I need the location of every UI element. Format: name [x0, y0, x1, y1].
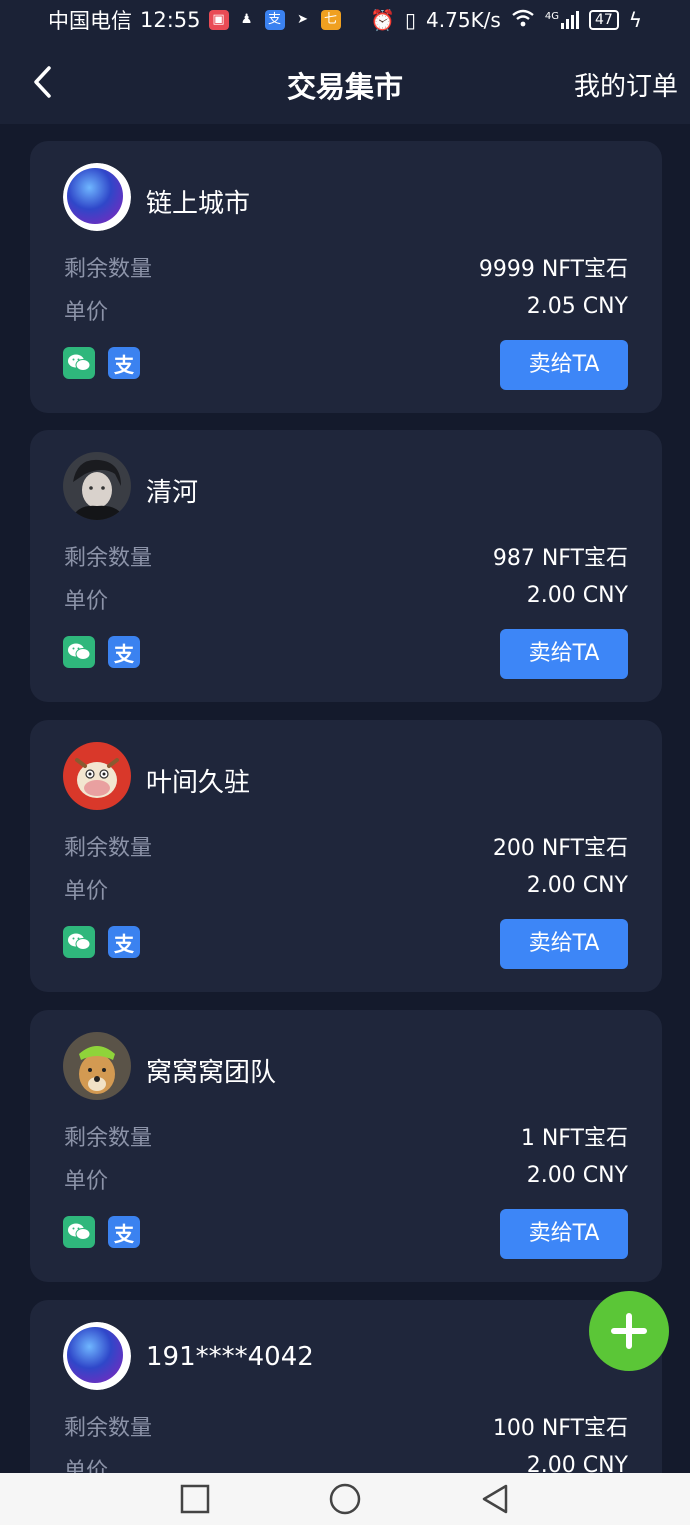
unit-price-value: 2.00 CNY: [526, 1453, 628, 1473]
avatar: [63, 1322, 131, 1390]
wechat-pay-icon: [63, 1216, 95, 1248]
listing-card: 链上城市 剩余数量 9999 NFT宝石 单价 2.05 CNY 支 卖给TA: [30, 141, 662, 413]
remaining-label: 剩余数量: [64, 257, 153, 282]
alipay-glyph: 支: [114, 641, 134, 666]
status-bar: 中国电信 12:55 ▣ ♟ 支 ➤ 七 ⏰ ▯ 4.75K/s 4G 47 ϟ: [0, 0, 690, 40]
seller-name: 191****4042: [146, 1342, 314, 1372]
unit-price-label: 单价: [64, 589, 109, 614]
listing-card: 清河 剩余数量 987 NFT宝石 单价 2.00 CNY 支 卖给TA: [30, 430, 662, 702]
recents-button[interactable]: [175, 1479, 215, 1519]
seller-name: 清河: [146, 478, 199, 508]
sell-to-button[interactable]: 卖给TA: [500, 1209, 628, 1259]
seller-name: 链上城市: [146, 189, 251, 219]
back-nav-button[interactable]: [475, 1479, 515, 1519]
system-nav-bar: [0, 1473, 690, 1525]
sell-to-button[interactable]: 卖给TA: [500, 629, 628, 679]
avatar: [63, 452, 131, 520]
unit-price-label: 单价: [64, 1459, 109, 1473]
unit-price-value: 2.00 CNY: [526, 873, 628, 898]
seller-name: 窝窝窝团队: [146, 1058, 277, 1088]
listing-card: 191****4042 剩余数量 100 NFT宝石 单价 2.00 CNY: [30, 1300, 662, 1473]
remaining-value: 987 NFT宝石: [492, 546, 628, 571]
page-header: 交易集市 我的订单: [0, 40, 690, 124]
avatar: [63, 742, 131, 810]
unit-price-label: 单价: [64, 1169, 109, 1194]
remaining-value: 100 NFT宝石: [492, 1416, 628, 1441]
signal-label: 4G: [544, 11, 559, 22]
alipay-icon: 支: [108, 347, 140, 379]
home-button[interactable]: [325, 1479, 365, 1519]
listing-card: 窝窝窝团队 剩余数量 1 NFT宝石 单价 2.00 CNY 支 卖给TA: [30, 1010, 662, 1282]
alipay-icon: 支: [108, 636, 140, 668]
wechat-pay-icon: [63, 636, 95, 668]
alipay-glyph: 支: [114, 931, 134, 956]
sell-to-button[interactable]: 卖给TA: [500, 919, 628, 969]
battery-level: 47: [594, 12, 613, 28]
telegram-icon: ➤: [297, 12, 308, 27]
vibrate-icon: ▯: [405, 8, 417, 32]
app-notify-icon: 七: [320, 10, 341, 30]
avatar: [63, 1032, 131, 1100]
charging-icon: ϟ: [628, 8, 642, 32]
remaining-label: 剩余数量: [64, 546, 153, 571]
alipay-icon: 支: [108, 926, 140, 958]
unit-price-label: 单价: [64, 879, 109, 904]
sell-to-button[interactable]: 卖给TA: [500, 340, 628, 390]
square-icon: [180, 1484, 210, 1514]
clock: 12:55: [140, 8, 201, 32]
qq-icon: ♟: [240, 12, 253, 27]
avatar: [63, 163, 131, 231]
alipay-glyph: 支: [114, 1221, 134, 1246]
shopping-app-icon: ▣: [208, 10, 229, 30]
my-orders-link[interactable]: 我的订单: [574, 66, 678, 103]
seller-name: 叶间久驻: [146, 768, 251, 798]
remaining-value: 9999 NFT宝石: [478, 257, 628, 282]
battery-icon: 47: [588, 10, 619, 30]
unit-price-value: 2.00 CNY: [526, 1163, 628, 1188]
wechat-pay-icon: [63, 926, 95, 958]
plus-icon: [611, 1313, 647, 1349]
unit-price-value: 2.00 CNY: [526, 583, 628, 608]
remaining-value: 1 NFT宝石: [520, 1126, 628, 1151]
unit-price-value: 2.05 CNY: [526, 294, 628, 319]
listing-list[interactable]: 链上城市 剩余数量 9999 NFT宝石 单价 2.05 CNY 支 卖给TA …: [0, 124, 690, 1473]
remaining-label: 剩余数量: [64, 836, 153, 861]
wifi-icon: [511, 8, 535, 33]
unit-price-label: 单价: [64, 300, 109, 325]
alipay-glyph: 支: [114, 352, 134, 377]
triangle-back-icon: [482, 1484, 508, 1514]
remaining-label: 剩余数量: [64, 1416, 153, 1441]
circle-icon: [329, 1483, 361, 1515]
remaining-value: 200 NFT宝石: [492, 836, 628, 861]
alipay-icon: 支: [108, 1216, 140, 1248]
wechat-pay-icon: [63, 347, 95, 379]
alipay-notify-icon: 支: [264, 10, 285, 30]
net-speed: 4.75K/s: [426, 8, 501, 32]
listing-card: 叶间久驻 剩余数量 200 NFT宝石 单价 2.00 CNY 支 卖给TA: [30, 720, 662, 992]
add-listing-button[interactable]: [589, 1291, 669, 1371]
signal-icon: 4G: [545, 11, 579, 29]
alarm-icon: ⏰: [370, 8, 396, 32]
carrier-label: 中国电信: [48, 9, 132, 33]
remaining-label: 剩余数量: [64, 1126, 153, 1151]
